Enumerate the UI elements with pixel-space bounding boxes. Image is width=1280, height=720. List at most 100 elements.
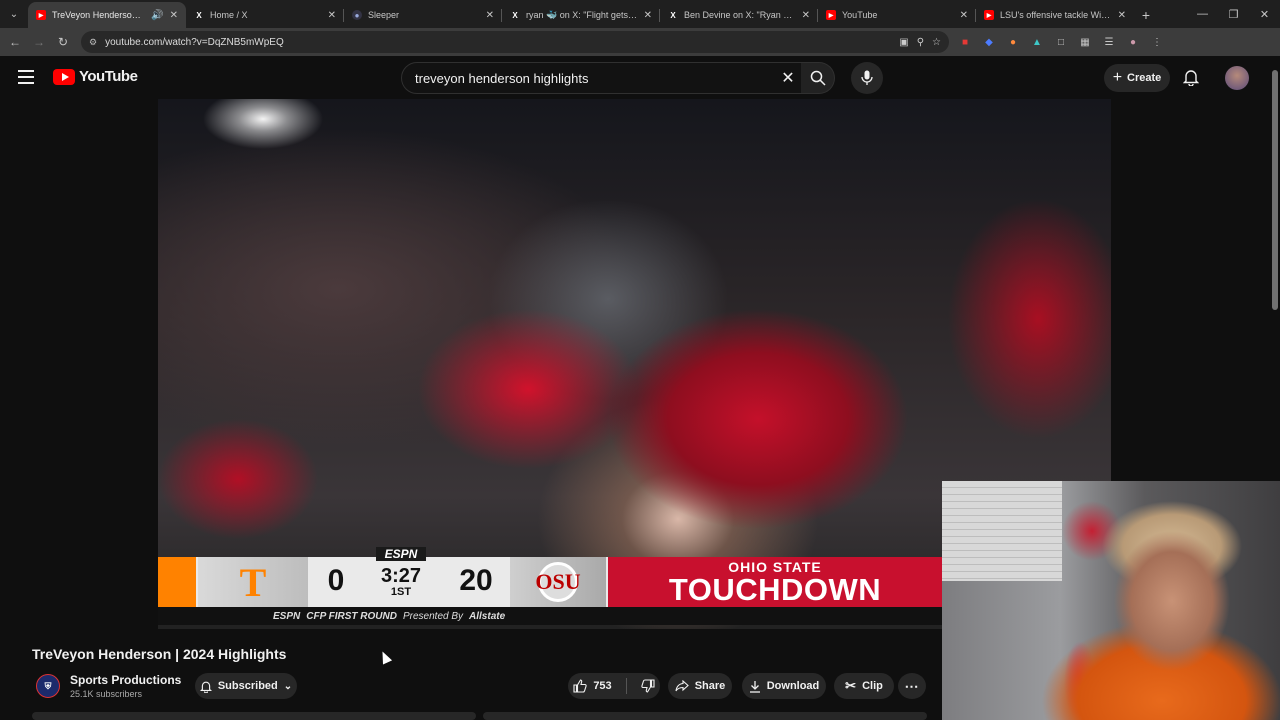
clock-time: 3:27 [380, 565, 422, 587]
channel-info[interactable]: ⛨ Sports Productions 25.1K subscribers [36, 673, 181, 699]
reload-icon[interactable]: ↻ [51, 30, 75, 54]
search-box[interactable]: treveyon henderson highlights ✕ [401, 62, 803, 94]
minimize-icon[interactable]: — [1187, 0, 1218, 28]
new-tab-button[interactable]: + [1134, 2, 1158, 28]
tab-youtube[interactable]: ▶ YouTube ✕ [818, 2, 976, 28]
share-label: Share [694, 680, 726, 692]
account-avatar[interactable] [1225, 66, 1249, 90]
close-tab-icon[interactable]: ✕ [802, 10, 810, 21]
youtube-logo-text: YouTube [79, 68, 138, 85]
tab-ryan-x[interactable]: X ryan 🐳 on X: "Flight gets exci... ✕ [502, 2, 660, 28]
clear-search-icon[interactable]: ✕ [774, 68, 802, 88]
scrollbar-thumb[interactable] [1272, 70, 1278, 310]
speaker-icon[interactable]: 🔊 [151, 10, 163, 21]
extension-teal-icon[interactable]: ▲ [1027, 32, 1047, 52]
close-tab-icon[interactable]: ✕ [328, 10, 336, 21]
voice-search-button[interactable] [851, 62, 883, 94]
thumbs-up-icon [573, 679, 587, 693]
profile-icon[interactable]: ● [1123, 32, 1143, 52]
forward-arrow-icon[interactable]: → [27, 30, 51, 54]
notifications-button[interactable] [1183, 68, 1199, 86]
x-icon: X [670, 10, 676, 20]
description-box-edge [32, 712, 476, 720]
bell-icon [199, 681, 212, 693]
tab-lsu[interactable]: ▶ LSU's offensive tackle Will Cam... ✕ [976, 2, 1134, 28]
browser-menu-icon[interactable]: ⋮ [1147, 32, 1167, 52]
youtube-header: YouTube treveyon henderson highlights ✕ … [0, 56, 1280, 100]
tab-search-dropdown[interactable]: ⌄ [0, 0, 28, 28]
extension-red-icon[interactable]: ■ [955, 32, 975, 52]
mouse-cursor [377, 649, 393, 665]
subscribed-label: Subscribed [217, 680, 278, 692]
home-score: 20 [459, 564, 493, 597]
address-bar[interactable]: ⚙ youtube.com/watch?v=DqZNB5mWpEQ ▣ ⚲ ☆ [81, 31, 949, 53]
channel-avatar[interactable]: ⛨ [36, 674, 60, 698]
channel-name[interactable]: Sports Productions [70, 673, 181, 687]
search-icon [810, 70, 826, 86]
restore-icon[interactable]: ❐ [1218, 0, 1249, 28]
tab-title: TreVeyon Henderson | 2024 ... [52, 10, 145, 20]
close-tab-icon[interactable]: ✕ [1118, 10, 1126, 21]
site-info-icon[interactable]: ⚙ [89, 37, 97, 48]
close-tab-icon[interactable]: ✕ [486, 10, 494, 21]
quarter: 1ST [390, 586, 412, 598]
share-button[interactable]: Share [668, 673, 732, 699]
download-button[interactable]: Download [742, 673, 826, 699]
download-icon [749, 680, 760, 693]
extension-orange-icon[interactable]: ● [1003, 32, 1023, 52]
scorebug-footer: ESPN CFP FIRST ROUND Presented By Allsta… [158, 607, 942, 625]
youtube-play-icon [53, 68, 75, 85]
sponsor: Allstate [469, 610, 506, 622]
youtube-icon: ▶ [826, 10, 836, 20]
video-title: TreVeyon Henderson | 2024 Highlights [32, 646, 287, 662]
tab-home-x[interactable]: X Home / X ✕ [186, 2, 344, 28]
window-blinds [942, 481, 1062, 581]
tab-title: ryan 🐳 on X: "Flight gets exci... [526, 9, 638, 20]
description-box-edge [483, 712, 927, 720]
zoom-icon[interactable]: ⚲ [917, 37, 924, 48]
subscriber-count: 25.1K subscribers [70, 689, 143, 699]
media-control-icon[interactable]: ☰ [1099, 32, 1119, 52]
browser-tab-strip: ⌄ ▶ TreVeyon Henderson | 2024 ... 🔊 ✕ X … [0, 0, 1280, 28]
tab-title: YouTube [842, 10, 878, 20]
bookmark-star-icon[interactable]: ☆ [932, 37, 941, 48]
plus-icon: + [1112, 69, 1123, 86]
x-icon: X [512, 10, 518, 20]
extension-blue-icon[interactable]: ◆ [979, 32, 999, 52]
back-arrow-icon[interactable]: ← [3, 30, 27, 54]
close-tab-icon[interactable]: ✕ [170, 10, 178, 21]
window-controls: — ❐ ✕ [1187, 0, 1280, 28]
like-button[interactable]: 753 [573, 679, 612, 693]
search-button[interactable] [801, 62, 835, 94]
download-label: Download [766, 680, 820, 692]
chevron-down-icon: ⌄ [283, 680, 293, 692]
tab-ben-devine-x[interactable]: X Ben Devine on X: "Ryan Poles a... ✕ [660, 2, 818, 28]
youtube-logo[interactable]: YouTube [53, 68, 138, 85]
hamburger-menu-icon[interactable] [18, 70, 34, 84]
page-scrollbar[interactable] [1270, 56, 1280, 720]
create-button[interactable]: + Create [1104, 64, 1170, 92]
close-tab-icon[interactable]: ✕ [960, 10, 968, 21]
tab-title: Home / X [210, 10, 248, 20]
touchdown-banner: OHIO STATE TOUCHDOWN [608, 557, 942, 607]
tab-sleeper[interactable]: ● Sleeper ✕ [344, 2, 502, 28]
clip-button[interactable]: ✂ Clip [834, 673, 894, 699]
cast-icon[interactable]: ▣ [899, 37, 908, 48]
scissors-icon: ✂ [845, 678, 857, 693]
banner-event: TOUCHDOWN [668, 571, 882, 607]
away-score: 0 [327, 564, 345, 597]
close-window-icon[interactable]: ✕ [1249, 0, 1280, 28]
puzzle-icon[interactable]: ▦ [1075, 32, 1095, 52]
tab-youtube-video[interactable]: ▶ TreVeyon Henderson | 2024 ... 🔊 ✕ [28, 2, 186, 28]
clip-label: Clip [862, 680, 883, 692]
subscribed-button[interactable]: Subscribed ⌄ [195, 673, 297, 699]
presented-by: Presented By [402, 610, 464, 622]
close-tab-icon[interactable]: ✕ [644, 10, 652, 21]
url-text: youtube.com/watch?v=DqZNB5mWpEQ [105, 36, 284, 48]
youtube-icon: ▶ [36, 10, 46, 20]
extension-gray-icon[interactable]: □ [1051, 32, 1071, 52]
search-input[interactable]: treveyon henderson highlights [415, 71, 774, 86]
dislike-button[interactable] [641, 679, 655, 693]
more-actions-button[interactable]: ⋯ [898, 673, 926, 699]
extensions-bar: ■ ◆ ● ▲ □ ▦ ☰ ● ⋮ [955, 32, 1167, 52]
